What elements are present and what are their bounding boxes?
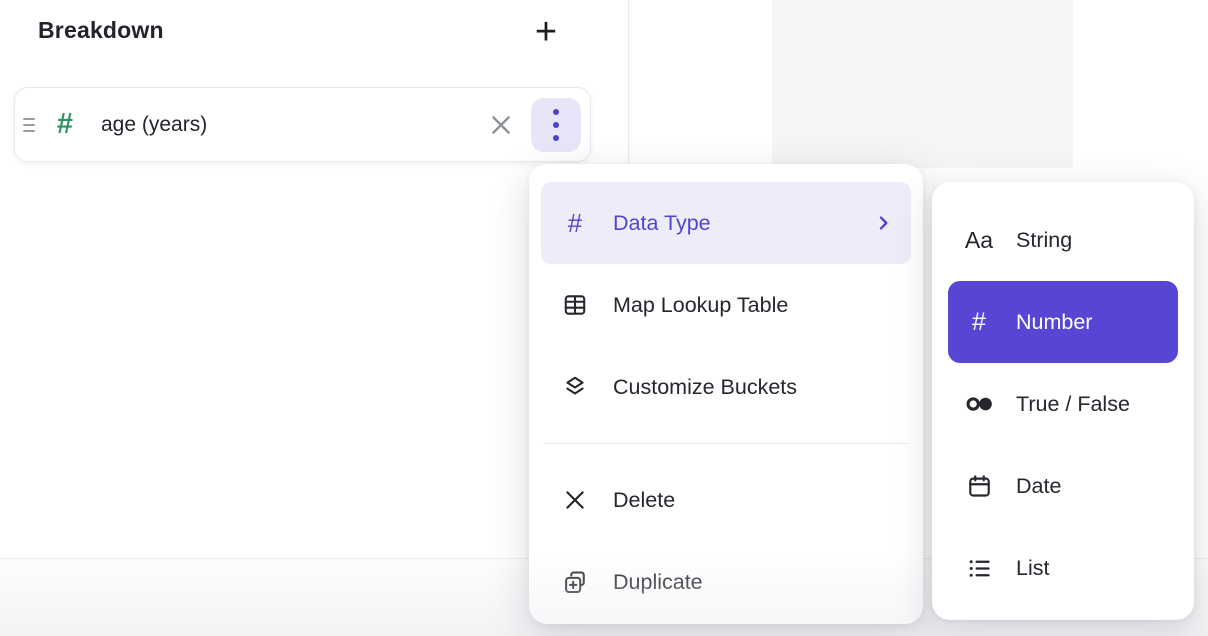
menu-item-delete[interactable]: Delete (541, 459, 911, 541)
menu-item-label: Customize Buckets (613, 375, 797, 400)
drag-handle-icon[interactable] (23, 118, 35, 132)
chevron-right-icon (873, 213, 893, 233)
kebab-menu-icon (553, 109, 559, 115)
menu-item-map-lookup-table[interactable]: Map Lookup Table (541, 264, 911, 346)
data-type-submenu: Aa String # Number True / False Date Lis… (932, 182, 1194, 620)
submenu-item-string[interactable]: Aa String (948, 199, 1178, 281)
submenu-item-label: String (1016, 228, 1072, 253)
hash-icon: # (568, 210, 582, 236)
menu-item-label: Data Type (613, 211, 711, 236)
hash-icon: # (972, 310, 986, 335)
calendar-icon (966, 473, 993, 500)
layers-icon (562, 374, 588, 400)
menu-item-duplicate[interactable]: Duplicate (541, 541, 911, 623)
add-breakdown-button[interactable]: + (524, 10, 568, 54)
menu-item-label: Map Lookup Table (613, 293, 788, 318)
toggle-circles-icon (965, 390, 993, 418)
submenu-item-label: True / False (1016, 392, 1130, 417)
submenu-item-label: Date (1016, 474, 1061, 499)
plus-icon: + (535, 13, 557, 51)
text-icon: Aa (965, 229, 993, 252)
menu-item-data-type[interactable]: # Data Type (541, 182, 911, 264)
number-type-icon: # (51, 110, 79, 139)
submenu-item-number[interactable]: # Number (948, 281, 1178, 363)
submenu-item-label: Number (1016, 310, 1092, 335)
remove-field-button[interactable] (484, 108, 518, 142)
menu-divider (543, 443, 909, 444)
field-options-button[interactable] (531, 98, 581, 152)
duplicate-icon (562, 569, 588, 595)
page-title: Breakdown (38, 17, 164, 44)
submenu-item-list[interactable]: List (948, 527, 1178, 609)
menu-item-label: Delete (613, 488, 675, 513)
submenu-item-label: List (1016, 556, 1049, 581)
submenu-item-true-false[interactable]: True / False (948, 363, 1178, 445)
chart-canvas-placeholder (772, 0, 1073, 168)
menu-item-customize-buckets[interactable]: Customize Buckets (541, 346, 911, 428)
breakdown-field-card[interactable]: # age (years) (14, 87, 591, 162)
list-icon (966, 555, 993, 582)
x-icon (562, 487, 588, 513)
submenu-item-date[interactable]: Date (948, 445, 1178, 527)
close-icon (488, 112, 514, 138)
table-icon (562, 292, 588, 318)
menu-item-label: Duplicate (613, 570, 703, 595)
field-context-menu: # Data Type Map Lookup Table Customize B… (529, 164, 923, 624)
field-label: age (years) (101, 113, 207, 137)
